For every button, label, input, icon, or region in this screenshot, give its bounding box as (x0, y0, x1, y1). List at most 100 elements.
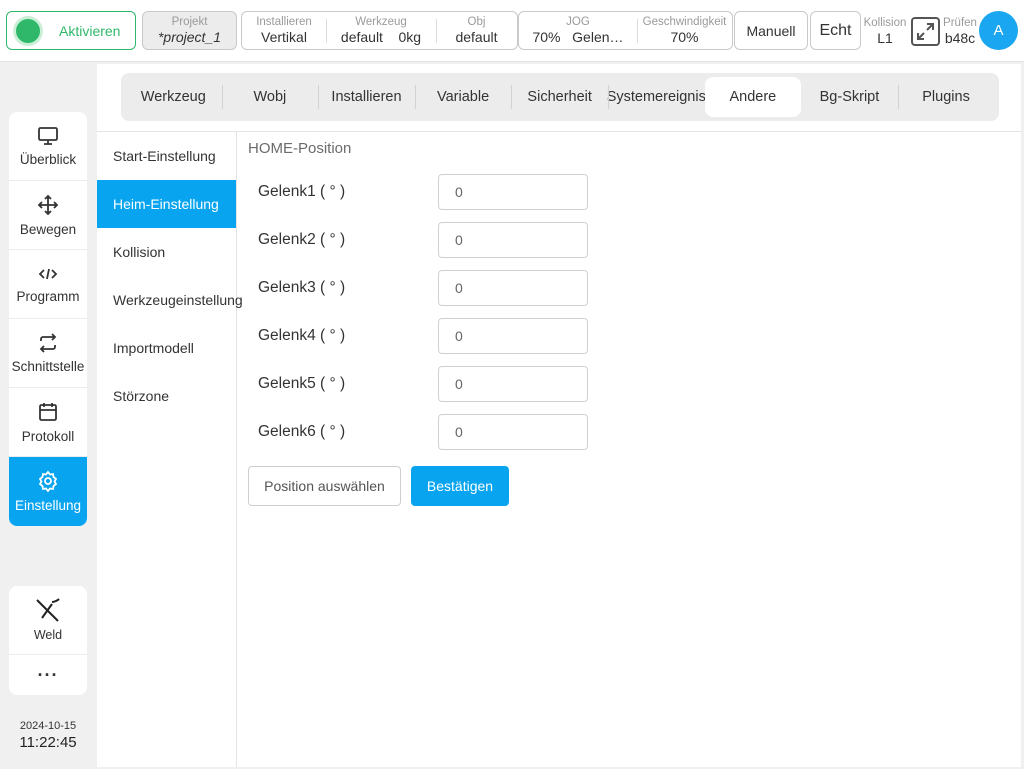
manual-mode-button[interactable]: Manuell (734, 11, 808, 50)
gear-icon (38, 470, 58, 492)
tab-install[interactable]: Installieren (318, 77, 415, 117)
check-indicator[interactable]: Prüfen b48c (940, 14, 980, 46)
weld-torch-icon (36, 598, 60, 622)
joint-label: Gelenk4 ( ° ) (258, 327, 346, 344)
subnav-start-setting[interactable]: Start-Einstellung (97, 132, 236, 180)
obj-selector[interactable]: Obj default (436, 12, 517, 49)
plugin-nav: Weld ··· (9, 586, 87, 695)
jog-caption: JOG (566, 16, 590, 28)
joint-row: Gelenk4 ( ° ) (258, 318, 598, 354)
move-arrows-icon (37, 194, 59, 215)
tab-other[interactable]: Andere (704, 77, 802, 117)
joint5-input[interactable] (438, 366, 588, 402)
clock: 2024-10-15 11:22:45 (9, 720, 87, 751)
tab-bg-script[interactable]: Bg-Skript (801, 77, 898, 117)
nav-item-move[interactable]: Bewegen (9, 181, 87, 250)
subnav-import-model[interactable]: Importmodell (97, 324, 236, 372)
nav-label-settings: Einstellung (14, 498, 82, 513)
joint-row: Gelenk5 ( ° ) (258, 366, 598, 402)
left-nav: Überblick Bewegen Programm Schnittstelle… (9, 112, 87, 526)
nav-label-program: Programm (16, 288, 80, 304)
joint3-input[interactable] (438, 270, 588, 306)
form-actions: Position auswählen Bestätigen (248, 466, 509, 506)
jog-mode: Gelen… (572, 29, 624, 45)
joint-label: Gelenk3 ( ° ) (258, 279, 346, 296)
tab-wobj[interactable]: Wobj (221, 77, 319, 117)
jog-selector[interactable]: JOG 70% Gelen… (519, 12, 637, 49)
install-caption: Installieren (256, 16, 312, 28)
home-position-form: HOME-Position Gelenk1 ( ° ) Gelenk2 ( ° … (248, 140, 1008, 506)
joint6-input[interactable] (438, 414, 588, 450)
joint1-input[interactable] (438, 174, 588, 210)
tab-system-event[interactable]: Systemereignis (607, 77, 706, 117)
clock-time: 11:22:45 (19, 734, 77, 751)
joint-row: Gelenk1 ( ° ) (258, 174, 598, 210)
tab-tool[interactable]: Werkzeug (125, 77, 222, 117)
install-value: Vertikal (261, 29, 307, 45)
nav-item-settings[interactable]: Einstellung (9, 457, 87, 526)
collision-caption: Kollision (863, 17, 907, 29)
nav-item-program[interactable]: Programm (9, 250, 87, 319)
nav-item-interface[interactable]: Schnittstelle (9, 319, 87, 388)
project-selector[interactable]: Projekt *project_1 (142, 11, 237, 50)
top-bar: Aktivieren Projekt *project_1 Installier… (0, 0, 1024, 62)
nav-label-move: Bewegen (19, 221, 77, 237)
project-caption: Projekt (171, 16, 208, 28)
section-title: HOME-Position (248, 140, 352, 157)
nav-label-weld: Weld (33, 628, 63, 642)
jog-percent: 70% (532, 29, 561, 45)
joint-row: Gelenk3 ( ° ) (258, 270, 598, 306)
avatar[interactable]: A (979, 11, 1018, 50)
confirm-button[interactable]: Bestätigen (411, 466, 509, 506)
nav-item-overview[interactable]: Überblick (9, 112, 87, 181)
joint-row: Gelenk2 ( ° ) (258, 222, 598, 258)
tool-value: default 0kg (326, 29, 436, 45)
check-value: b48c (944, 30, 976, 46)
joint4-input[interactable] (438, 318, 588, 354)
nav-item-log[interactable]: Protokoll (9, 388, 87, 457)
subnav-home-setting[interactable]: Heim-Einstellung (97, 180, 236, 228)
subnav-interference-zone[interactable]: Störzone (97, 372, 236, 420)
more-icon: ··· (37, 665, 59, 685)
joint-label: Gelenk5 ( ° ) (258, 375, 346, 392)
subnav-collision[interactable]: Kollision (97, 228, 236, 276)
activate-button[interactable]: Aktivieren (6, 11, 136, 50)
tool-name: default (340, 29, 383, 45)
tab-variable[interactable]: Variable (414, 77, 512, 117)
joint2-input[interactable] (438, 222, 588, 258)
obj-value: default (455, 29, 498, 45)
swap-arrows-icon (39, 332, 57, 353)
nav-item-weld[interactable]: Weld (9, 586, 87, 655)
expand-icon[interactable] (911, 17, 940, 46)
collision-indicator[interactable]: Kollision L1 (862, 14, 908, 46)
jog-value: 70% Gelen… (519, 29, 637, 45)
tab-safety[interactable]: Sicherheit (511, 77, 608, 117)
select-position-button[interactable]: Position auswählen (248, 466, 401, 506)
monitor-icon (38, 126, 58, 145)
real-mode-button[interactable]: Echt (810, 11, 861, 50)
check-caption: Prüfen (943, 17, 977, 29)
activate-label: Aktivieren (59, 22, 121, 39)
joint-label: Gelenk2 ( ° ) (258, 231, 346, 248)
sub-nav: Start-Einstellung Heim-Einstellung Kolli… (97, 132, 243, 767)
calendar-icon (39, 402, 57, 421)
config-group: Installieren Vertikal Werkzeug default 0… (241, 11, 518, 50)
more-button[interactable]: ··· (9, 655, 87, 695)
main-panel: Werkzeug Wobj Installieren Variable Sich… (97, 64, 1021, 767)
subnav-tool-setting[interactable]: Werkzeugeinstellung (97, 276, 243, 324)
speed-value: 70% (670, 29, 699, 45)
settings-tabs: Werkzeug Wobj Installieren Variable Sich… (121, 73, 999, 121)
joint-row: Gelenk6 ( ° ) (258, 414, 598, 450)
speed-selector[interactable]: Geschwindigkeit 70% (637, 12, 732, 49)
nav-label-log: Protokoll (21, 428, 75, 444)
motion-group: JOG 70% Gelen… Geschwindigkeit 70% (518, 11, 733, 50)
clock-date: 2024-10-15 (19, 720, 77, 732)
install-selector[interactable]: Installieren Vertikal (242, 12, 326, 49)
status-dot-icon (16, 18, 40, 43)
tool-selector[interactable]: Werkzeug default 0kg (326, 12, 436, 49)
speed-caption: Geschwindigkeit (642, 16, 727, 28)
joint-label: Gelenk6 ( ° ) (258, 423, 346, 440)
tab-plugins[interactable]: Plugins (897, 77, 995, 117)
obj-caption: Obj (467, 16, 486, 28)
nav-label-overview: Überblick (19, 151, 77, 167)
